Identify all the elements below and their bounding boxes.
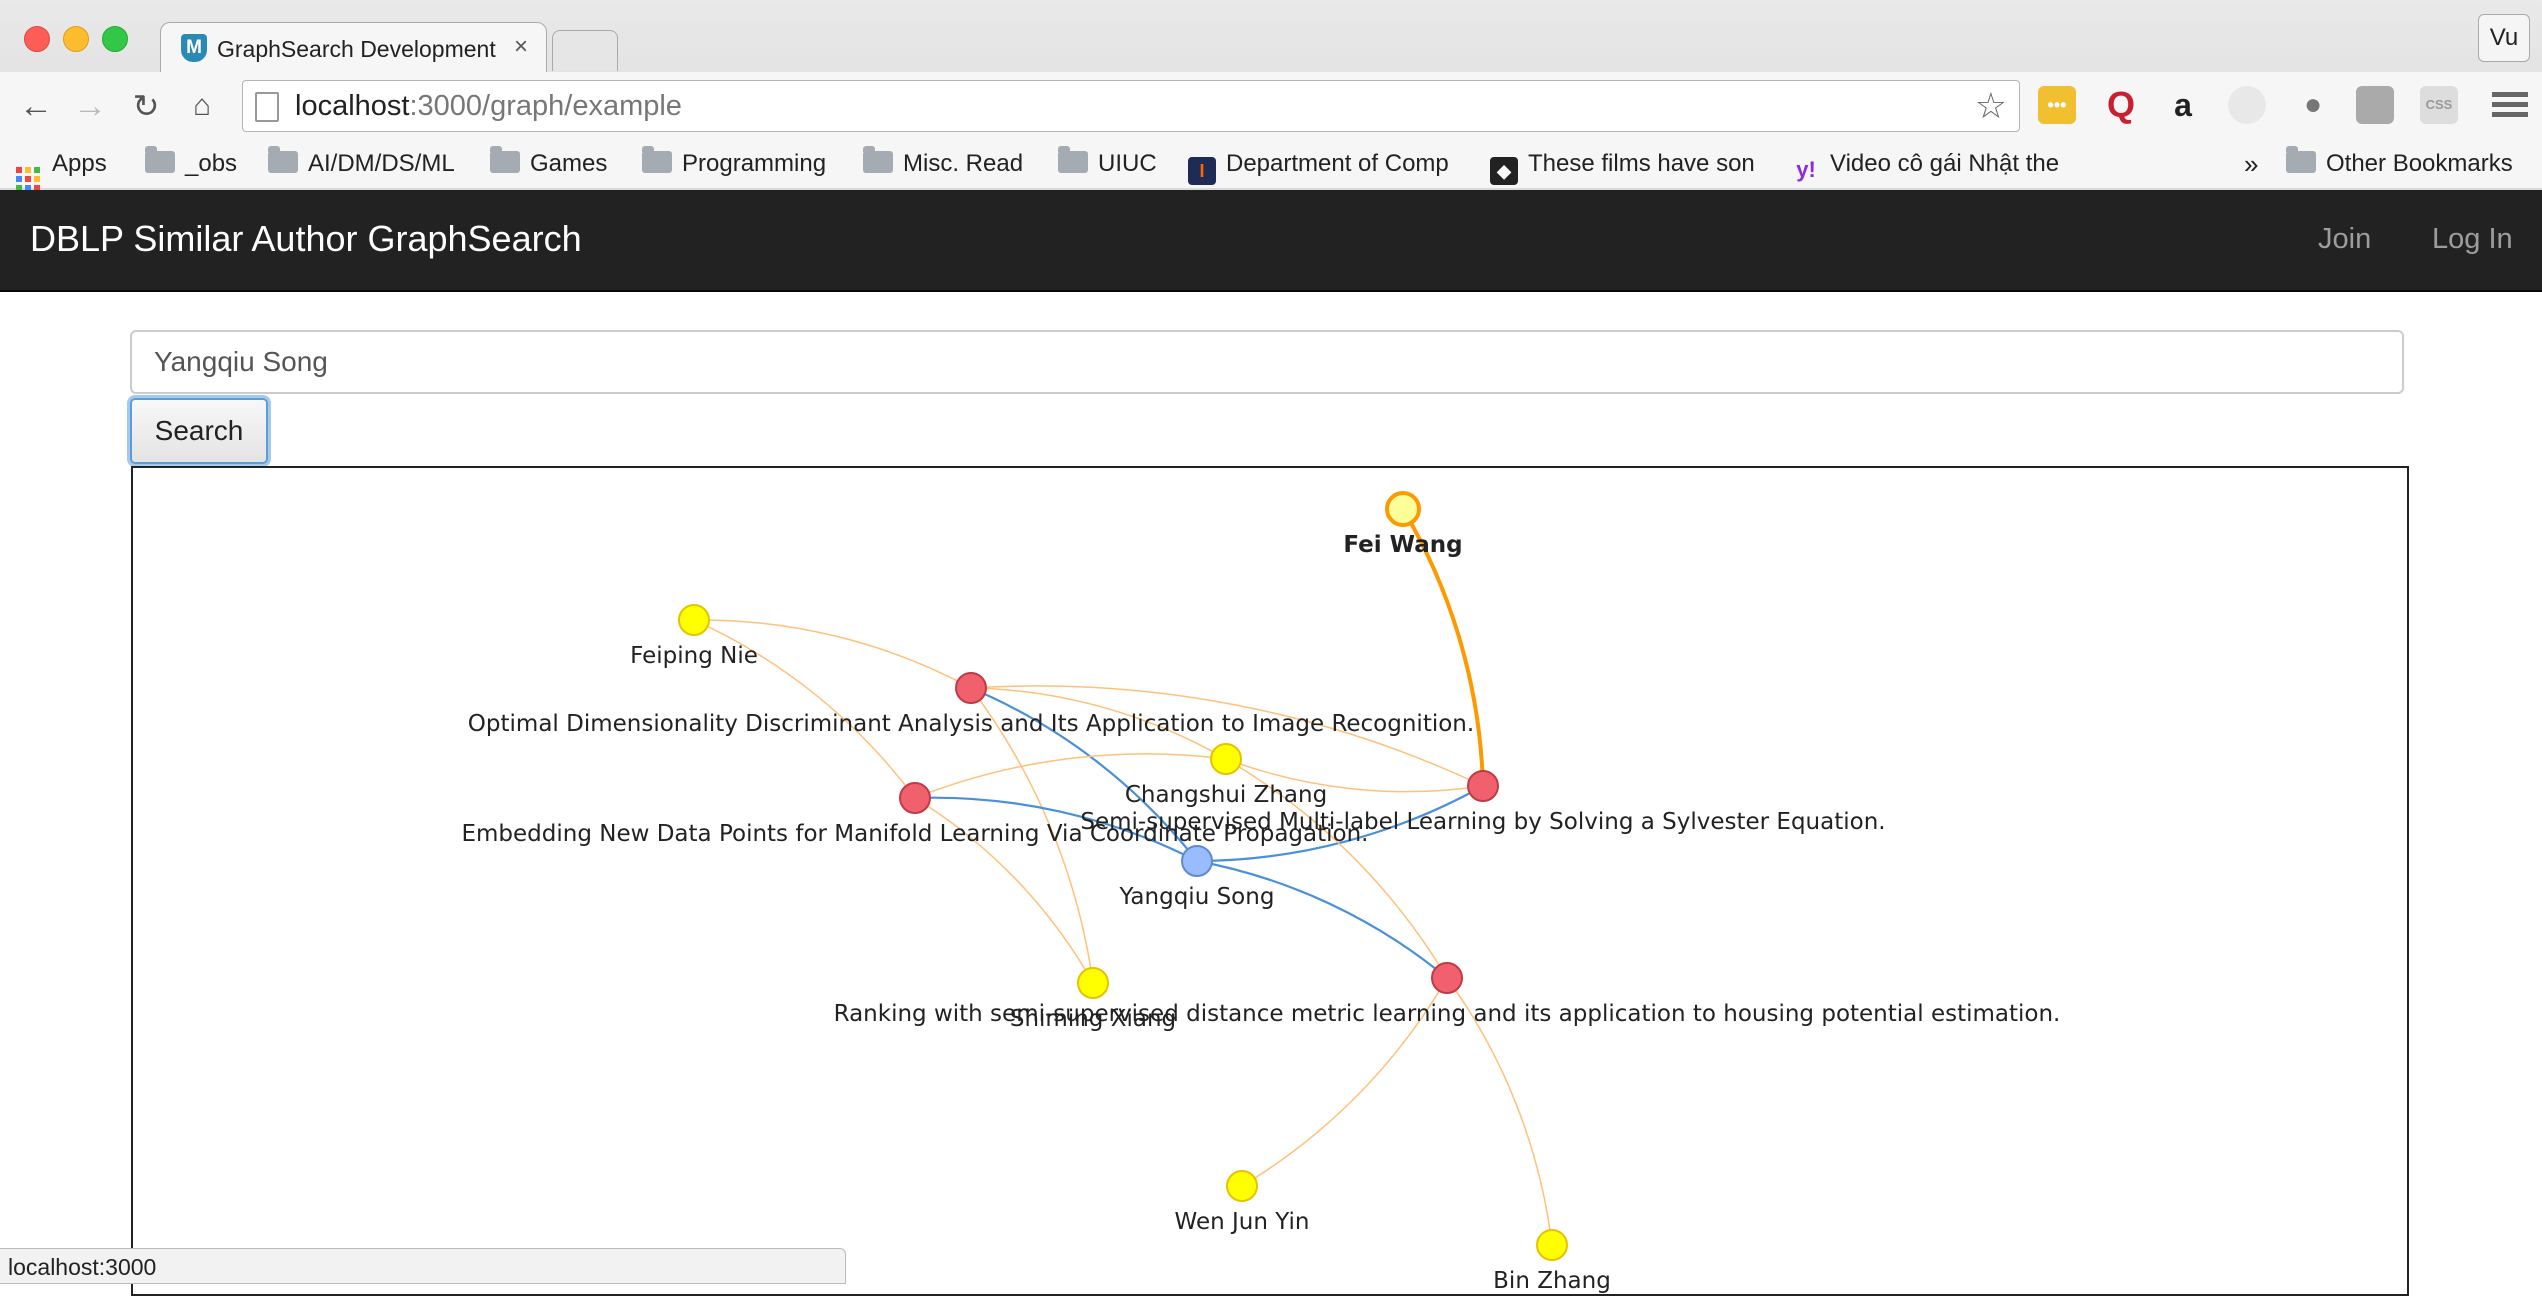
folder-icon (268, 146, 298, 173)
bookmark-star-icon[interactable]: ☆ (1975, 85, 2007, 127)
status-bar-url: localhost:3000 (0, 1248, 846, 1284)
bookmark-department[interactable]: I Department of Comp (1188, 146, 1496, 185)
folder-icon (490, 146, 520, 173)
bookmark-apps-label: Apps (52, 150, 107, 177)
bookmark-folder-misc[interactable]: Misc. Read (863, 146, 1023, 182)
graph-node-label: Wen Jun Yin (1175, 1209, 1310, 1235)
graph-svg[interactable]: Fei Wang Feiping Nie Optimal Dimensionalit… (133, 468, 2409, 1296)
quora-extension-icon[interactable]: Q (2102, 86, 2140, 124)
bookmark-label: UIUC (1098, 150, 1157, 177)
search-input[interactable]: Yangqiu Song (130, 330, 2404, 394)
graph-link (1196, 859, 1448, 979)
bookmark-folder-ai[interactable]: AI/DM/DS/ML (268, 146, 455, 182)
app-brand[interactable]: DBLP Similar Author GraphSearch (30, 218, 582, 260)
address-url: localhost:3000/graph/example (295, 90, 682, 123)
forward-arrow-icon[interactable]: → (70, 86, 110, 126)
bookmark-films[interactable]: ◆ These films have son (1490, 146, 1800, 185)
dots-extension-icon[interactable]: ••• (2038, 86, 2076, 124)
bookmark-label: Other Bookmarks (2326, 150, 2513, 177)
ghostery-extension-icon[interactable] (2356, 86, 2394, 124)
films-site-icon: ◆ (1490, 157, 1518, 185)
bookmark-label: Programming (682, 150, 827, 177)
lightbulb-extension-icon[interactable]: ● (2294, 86, 2332, 124)
css-extension-icon[interactable]: CSS (2420, 86, 2458, 124)
url-path: :3000/graph/example (409, 90, 682, 122)
minimize-window-button[interactable] (63, 26, 89, 52)
bookmark-label: Misc. Read (903, 150, 1024, 177)
bookmark-folder-uiuc[interactable]: UIUC (1058, 146, 1157, 182)
tab-title: GraphSearch Development (217, 36, 496, 62)
browser-chrome: M GraphSearch Development × Vu ← → ↻ ⌂ l… (0, 0, 2542, 191)
graph-node-paper[interactable] (1431, 962, 1463, 994)
bookmark-apps[interactable]: Apps (16, 146, 107, 191)
folder-icon (642, 146, 672, 173)
bookmark-folder-programming[interactable]: Programming (642, 146, 826, 182)
graph-node-author[interactable] (678, 604, 710, 636)
graph-canvas[interactable]: Fei Wang Feiping Nie Optimal Dimensionalit… (131, 466, 2409, 1296)
url-host: localhost (295, 90, 410, 122)
bookmark-label: AI/DM/DS/ML (308, 150, 455, 177)
browser-tab-active[interactable]: M GraphSearch Development × (160, 22, 547, 73)
bookmark-label: Games (530, 150, 608, 177)
graph-nodes (678, 491, 1568, 1261)
graph-node-label: Changshui Zhang (1125, 782, 1327, 808)
search-button[interactable]: Search (130, 398, 268, 464)
bookmark-folder-obs[interactable]: _obs (145, 146, 237, 182)
bookmark-folder-other[interactable]: Other Bookmarks (2286, 146, 2513, 182)
bookmark-label: _obs (185, 150, 238, 177)
home-icon[interactable]: ⌂ (182, 86, 222, 126)
app-navbar: DBLP Similar Author GraphSearch Join Log… (0, 190, 2542, 292)
login-link[interactable]: Log In (2432, 223, 2513, 256)
meteor-favicon-icon: M (181, 34, 207, 62)
bookmarks-overflow-chevron-icon[interactable]: » (2244, 146, 2258, 182)
graph-node-label: Ranking with semi-supervised distance me… (834, 1001, 2061, 1027)
graph-node-author[interactable] (1226, 1170, 1258, 1202)
reload-icon[interactable]: ↻ (126, 86, 166, 126)
address-bar[interactable]: localhost:3000/graph/example ☆ (242, 80, 2020, 132)
graph-node-paper[interactable] (955, 672, 987, 704)
bookmark-label: Video cô gái Nhật the (1830, 150, 2060, 177)
graph-node-label: Bin Zhang (1493, 1268, 1611, 1294)
join-link[interactable]: Join (2318, 223, 2371, 256)
illinois-logo-icon: I (1188, 157, 1216, 185)
graph-node-label: Optimal Dimensionality Discriminant Anal… (468, 711, 1474, 737)
tab-close-icon[interactable]: × (514, 33, 528, 61)
graph-links (693, 507, 1553, 1246)
graph-node-label: Feiping Nie (630, 643, 758, 669)
graph-node-paper[interactable] (899, 782, 931, 814)
back-arrow-icon[interactable]: ← (16, 86, 56, 126)
profile-button[interactable]: Vu (2478, 14, 2530, 62)
graph-node-author[interactable] (1536, 1229, 1568, 1261)
graph-node-author[interactable] (1077, 967, 1109, 999)
browser-toolbar: ← → ↻ ⌂ localhost:3000/graph/example ☆ •… (0, 72, 2542, 140)
bookmarks-bar: Apps _obs AI/DM/DS/ML Games Programming … (0, 140, 2542, 191)
menu-hamburger-icon[interactable] (2492, 88, 2528, 122)
reader-extension-icon[interactable] (2228, 86, 2266, 124)
graph-node-author[interactable] (1210, 743, 1242, 775)
amazon-extension-icon[interactable]: a (2164, 86, 2202, 124)
graph-node-selected[interactable] (1385, 491, 1421, 527)
close-window-button[interactable] (24, 26, 50, 52)
new-tab-button[interactable] (552, 30, 618, 71)
graph-node-paper[interactable] (1467, 770, 1499, 802)
folder-icon (863, 146, 893, 173)
bookmark-label: These films have son (1528, 150, 1755, 177)
folder-icon (145, 146, 175, 173)
page-icon (255, 92, 279, 122)
graph-node-label: Embedding New Data Points for Manifold L… (461, 821, 1368, 847)
bookmark-label: Department of Comp (1226, 150, 1449, 177)
zoom-window-button[interactable] (102, 26, 128, 52)
graph-labels: Fei Wang Feiping Nie Optimal Dimensionalit… (461, 532, 2060, 1294)
graph-node-label: Yangqiu Song (1119, 884, 1275, 910)
yahoo-icon: y! (1796, 157, 1816, 182)
folder-icon (2286, 146, 2316, 173)
bookmark-video[interactable]: y! Video cô gái Nhật the (1792, 146, 2108, 182)
bookmark-folder-games[interactable]: Games (490, 146, 607, 182)
folder-icon (1058, 146, 1088, 173)
graph-node-label: Fei Wang (1343, 532, 1462, 558)
graph-node-center[interactable] (1181, 845, 1213, 877)
apps-grid-icon (16, 167, 40, 191)
